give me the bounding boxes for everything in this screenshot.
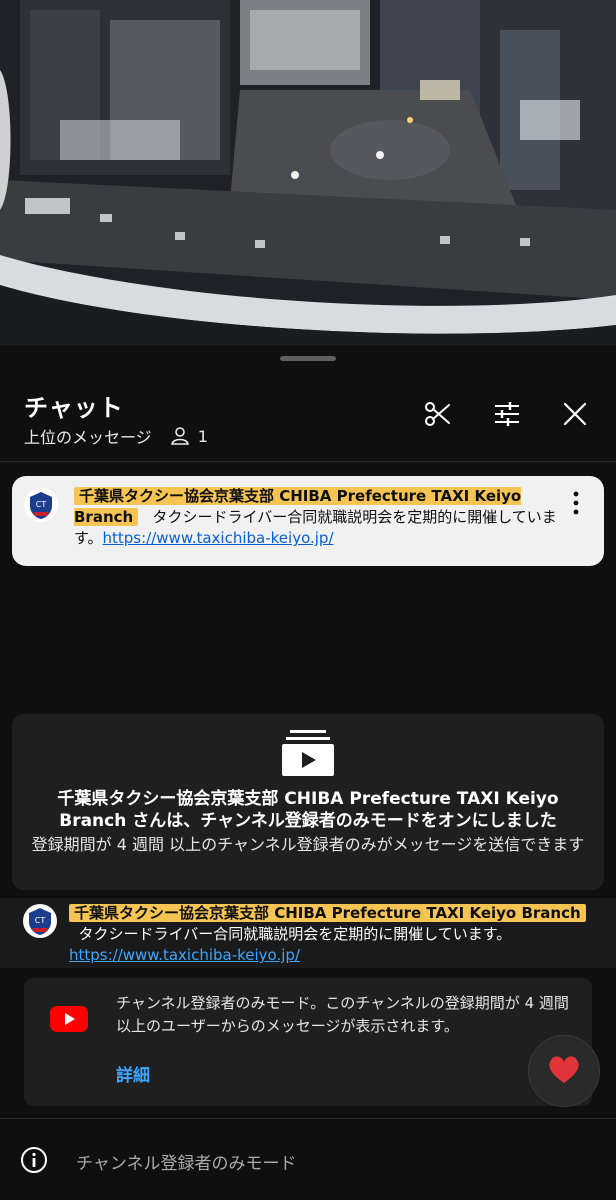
close-icon: [562, 401, 588, 431]
header-divider: [0, 461, 616, 462]
pinned-menu-button[interactable]: [566, 490, 586, 516]
pinned-link[interactable]: https://www.taxichiba-keiyo.jp/: [103, 529, 334, 547]
chat-settings-button[interactable]: [487, 396, 527, 436]
message-text: タクシードライバー合同就職説明会を定期的に開催しています。: [78, 925, 512, 943]
info-icon[interactable]: [20, 1146, 48, 1178]
live-stream-frame: [0, 0, 616, 345]
chat-filter-selector[interactable]: 上位のメッセージ 1: [24, 424, 208, 448]
chat-mode-status: チャンネル登録者のみモード: [76, 1154, 297, 1174]
chat-message[interactable]: CT 千葉県タクシー協会京葉支部 CHIBA Prefecture TAXI K…: [0, 898, 616, 968]
members-mode-notice: 千葉県タクシー協会京葉支部 CHIBA Prefecture TAXI Keiy…: [12, 714, 604, 890]
close-chat-button[interactable]: [555, 396, 595, 436]
kebab-icon: [566, 491, 586, 520]
notice-heading: 千葉県タクシー協会京葉支部 CHIBA Prefecture TAXI Keiy…: [57, 789, 559, 831]
channel-avatar[interactable]: CT: [24, 488, 58, 522]
person-icon: [170, 427, 190, 445]
details-link[interactable]: 詳細: [116, 1061, 150, 1086]
message-avatar[interactable]: CT: [23, 904, 57, 938]
pinned-message-body: 千葉県タクシー協会京葉支部 CHIBA Prefecture TAXI Keiy…: [74, 486, 574, 549]
chat-title: チャット: [24, 394, 124, 422]
subscriptions-icon: [282, 728, 334, 780]
sliders-icon: [492, 399, 522, 433]
members-mode-info-card: チャンネル登録者のみモード。このチャンネルの登録期間が 4 週間 以上のユーザー…: [24, 978, 592, 1106]
chat-message-body: 千葉県タクシー協会京葉支部 CHIBA Prefecture TAXI Keiy…: [69, 903, 599, 966]
clip-button[interactable]: [418, 396, 458, 436]
video-player[interactable]: [0, 0, 616, 345]
drag-handle[interactable]: [280, 356, 336, 361]
info-card-text: チャンネル登録者のみモード。このチャンネルの登録期間が 4 週間 以上のユーザー…: [116, 994, 569, 1035]
chat-input-bar: チャンネル登録者のみモード: [0, 1118, 616, 1200]
viewer-count: 1: [197, 426, 208, 446]
message-link[interactable]: https://www.taxichiba-keiyo.jp/: [69, 946, 300, 964]
chat-filter-label: 上位のメッセージ: [24, 428, 152, 447]
svg-text:CT: CT: [35, 916, 46, 925]
svg-text:CT: CT: [36, 500, 47, 509]
notice-description: 登録期間が 4 週間 以上のチャンネル登録者のみがメッセージを送信できます: [31, 835, 585, 854]
pinned-message[interactable]: CT 千葉県タクシー協会京葉支部 CHIBA Prefecture TAXI K…: [12, 476, 604, 566]
scissors-icon: [423, 399, 453, 433]
heart-icon: [547, 1054, 581, 1088]
reaction-button[interactable]: [528, 1035, 600, 1107]
message-author[interactable]: 千葉県タクシー協会京葉支部 CHIBA Prefecture TAXI Keiy…: [69, 904, 586, 922]
youtube-icon: [50, 1006, 88, 1032]
